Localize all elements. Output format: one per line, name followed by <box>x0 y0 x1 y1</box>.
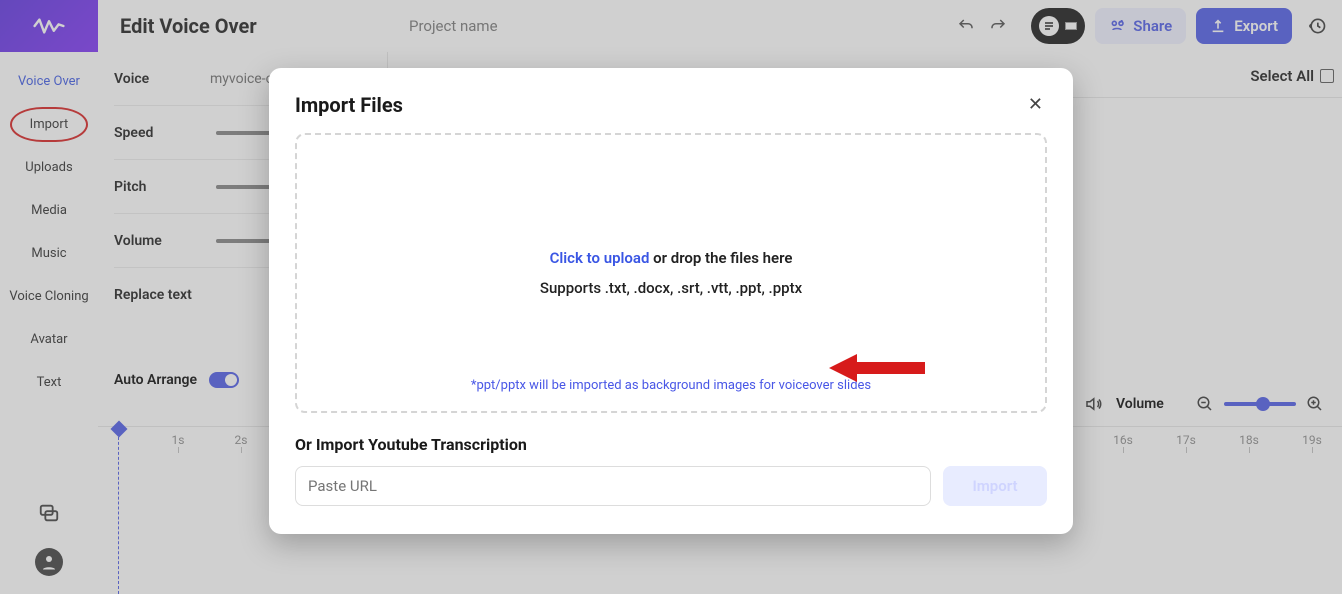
dropzone-supports: Supports .txt, .docx, .srt, .vtt, .ppt, … <box>540 279 802 297</box>
close-icon[interactable]: ✕ <box>1024 90 1047 119</box>
drop-zone[interactable]: Click to upload or drop the files here S… <box>295 133 1047 413</box>
dropzone-note: *ppt/pptx will be imported as background… <box>471 378 871 393</box>
youtube-section-label: Or Import Youtube Transcription <box>295 435 1047 454</box>
dropzone-suffix: or drop the files here <box>649 249 792 267</box>
click-to-upload-link[interactable]: Click to upload <box>550 249 650 267</box>
modal-title: Import Files <box>295 93 403 117</box>
youtube-import-button[interactable]: Import <box>943 466 1047 506</box>
dropzone-line1: Click to upload or drop the files here <box>550 249 793 267</box>
youtube-url-input[interactable] <box>295 466 931 506</box>
import-modal: Import Files ✕ Click to upload or drop t… <box>269 68 1073 534</box>
modal-overlay[interactable]: Import Files ✕ Click to upload or drop t… <box>0 0 1342 594</box>
